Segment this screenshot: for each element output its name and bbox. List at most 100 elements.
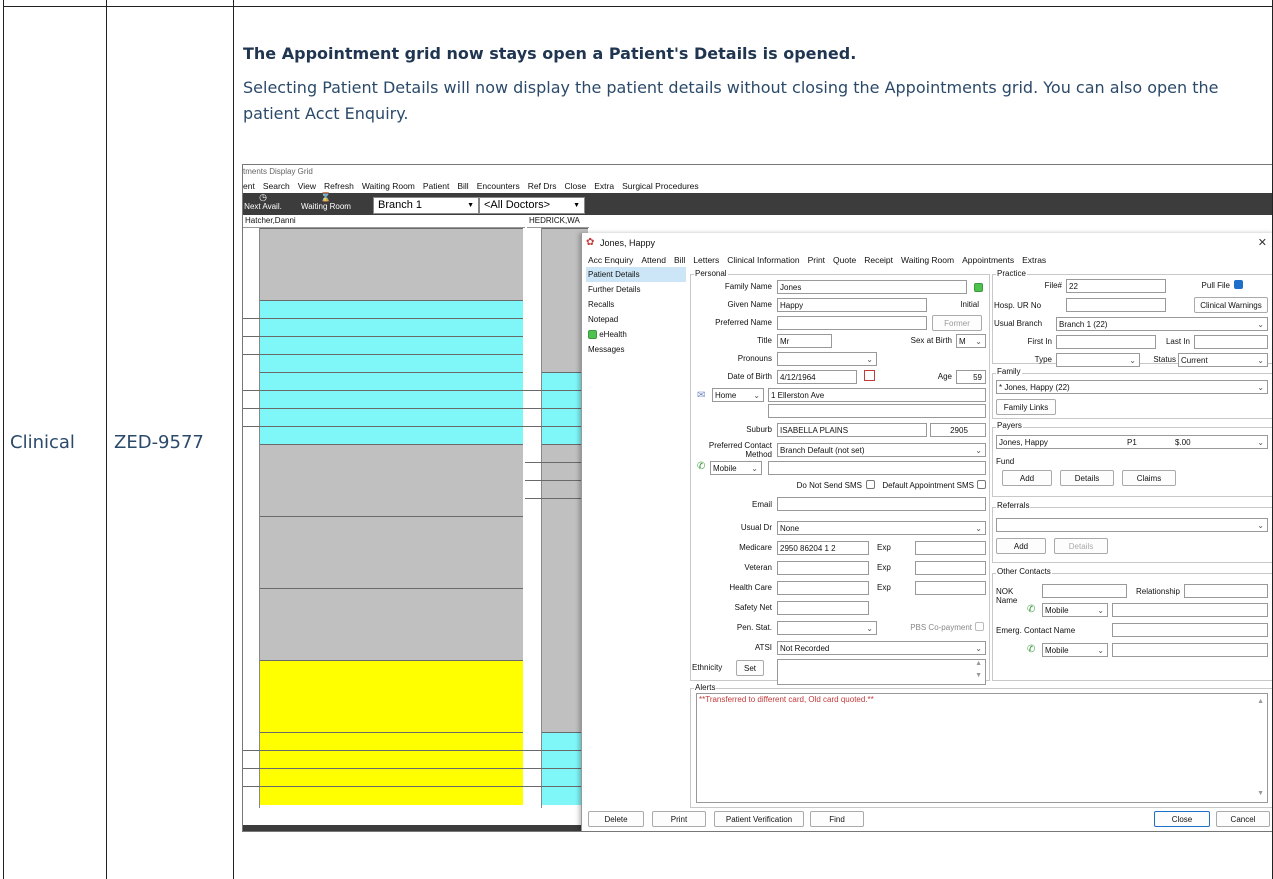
atsi-select[interactable]: Not Recorded ⌄: [777, 641, 986, 655]
menu-item-encounters[interactable]: Encounters: [477, 181, 520, 193]
appointment-block-empty[interactable]: [259, 588, 523, 661]
menu-item-surgical-procedures[interactable]: Surgical Procedures: [622, 181, 699, 193]
nok-phone-type-select[interactable]: Mobile ⌄: [1042, 603, 1108, 617]
grid-scrollbar[interactable]: [243, 825, 588, 831]
branch-select[interactable]: Branch 1 ▼: [373, 197, 479, 214]
nav-recalls[interactable]: Recalls: [586, 297, 686, 312]
hosp-ur-field[interactable]: [1066, 298, 1166, 312]
dob-field[interactable]: 4/12/1964: [777, 370, 857, 384]
address-type-select[interactable]: Home ⌄: [712, 388, 764, 402]
menu-item-ent[interactable]: ent: [243, 181, 255, 193]
find-button[interactable]: Find: [810, 811, 864, 827]
payers-details-button[interactable]: Details: [1060, 470, 1114, 486]
family-name-field[interactable]: Jones: [777, 280, 967, 294]
clinical-warnings-button[interactable]: Clinical Warnings: [1194, 297, 1268, 313]
emerg-contact-field[interactable]: [1112, 623, 1268, 637]
medicare-exp-field[interactable]: [915, 541, 986, 555]
appointment-block-yellow[interactable]: [259, 660, 523, 733]
referrals-details-button[interactable]: Details: [1054, 538, 1108, 554]
health-care-field[interactable]: [777, 581, 869, 595]
delete-button[interactable]: Delete: [588, 811, 644, 827]
appointment-block-empty[interactable]: [259, 228, 523, 301]
next-avail-button[interactable]: ◷ Next Avail.: [243, 193, 283, 212]
title-field[interactable]: Mr: [777, 334, 832, 348]
menu-letters[interactable]: Letters: [693, 255, 719, 267]
email-field[interactable]: [777, 497, 986, 511]
last-in-field[interactable]: [1194, 335, 1268, 349]
usual-dr-select[interactable]: None ⌄: [777, 521, 986, 535]
menu-print[interactable]: Print: [808, 255, 825, 267]
nok-phone-field[interactable]: [1112, 603, 1268, 617]
former-button[interactable]: Former: [932, 315, 982, 331]
ethnicity-field[interactable]: ▲ ▼: [777, 659, 986, 685]
menu-receipt[interactable]: Receipt: [864, 255, 893, 267]
menu-item-extra[interactable]: Extra: [594, 181, 614, 193]
payers-select[interactable]: Jones, Happy P1 $.00 ⌄: [996, 435, 1268, 449]
menu-item-close[interactable]: Close: [565, 181, 587, 193]
nok-name-field[interactable]: [1042, 584, 1127, 598]
menu-clinical-information[interactable]: Clinical Information: [727, 255, 799, 267]
menu-item-patient[interactable]: Patient: [423, 181, 449, 193]
sex-at-birth-select[interactable]: M ⌄: [956, 334, 986, 348]
payers-claims-button[interactable]: Claims: [1122, 470, 1176, 486]
pen-stat-select[interactable]: ⌄: [777, 621, 877, 635]
address-line2-field[interactable]: [768, 404, 986, 418]
doctors-select[interactable]: <All Doctors> ▼: [479, 197, 585, 214]
nav-further-details[interactable]: Further Details: [586, 282, 686, 297]
menu-attend[interactable]: Attend: [641, 255, 666, 267]
appointment-block-empty[interactable]: [259, 516, 523, 589]
alerts-textarea[interactable]: **Transferred to different card, Old car…: [696, 693, 1268, 803]
pbs-copayment-checkbox[interactable]: [975, 622, 984, 631]
cancel-button[interactable]: Cancel: [1216, 811, 1270, 827]
print-button[interactable]: Print: [652, 811, 706, 827]
phone-type-select[interactable]: Mobile ⌄: [710, 461, 762, 475]
first-in-field[interactable]: [1056, 335, 1156, 349]
default-appt-sms-checkbox[interactable]: [977, 480, 986, 489]
phone-number-field[interactable]: [768, 461, 986, 475]
nav-messages[interactable]: Messages: [586, 342, 686, 357]
usual-branch-select[interactable]: Branch 1 (22) ⌄: [1056, 317, 1268, 331]
close-icon[interactable]: ✕: [1258, 233, 1267, 253]
veteran-field[interactable]: [777, 561, 869, 575]
family-select[interactable]: * Jones, Happy (22) ⌄: [996, 380, 1268, 394]
suburb-field[interactable]: ISABELLA PLAINS: [777, 423, 927, 437]
file-number-field[interactable]: 22: [1066, 279, 1166, 293]
contact-method-select[interactable]: Branch Default (not set) ⌄: [777, 443, 986, 457]
menu-item-bill[interactable]: Bill: [457, 181, 468, 193]
pronouns-select[interactable]: ⌄: [777, 352, 877, 366]
menu-item-waiting-room[interactable]: Waiting Room: [362, 181, 415, 193]
ethnicity-set-button[interactable]: Set: [736, 660, 764, 676]
veteran-exp-field[interactable]: [915, 561, 986, 575]
status-select[interactable]: Current ⌄: [1178, 353, 1268, 367]
menu-acc-enquiry[interactable]: Acc Enquiry: [588, 255, 633, 267]
menu-waiting-room[interactable]: Waiting Room: [901, 255, 954, 267]
menu-item-ref-drs[interactable]: Ref Drs: [528, 181, 557, 193]
menu-bill[interactable]: Bill: [674, 255, 685, 267]
do-not-sms-checkbox[interactable]: [866, 480, 875, 489]
close-button[interactable]: Close: [1154, 811, 1210, 827]
appointment-block-empty[interactable]: [259, 444, 523, 517]
emerg-phone-field[interactable]: [1112, 643, 1268, 657]
nav-patient-details[interactable]: Patient Details: [586, 267, 686, 282]
given-name-field[interactable]: Happy: [777, 298, 927, 312]
calendar-icon[interactable]: [864, 370, 875, 381]
relationship-field[interactable]: [1184, 584, 1268, 598]
emerg-phone-type-select[interactable]: Mobile ⌄: [1042, 643, 1108, 657]
health-care-exp-field[interactable]: [915, 581, 986, 595]
referrals-add-button[interactable]: Add: [996, 538, 1046, 554]
referrals-select[interactable]: ⌄: [996, 518, 1268, 532]
nav-notepad[interactable]: Notepad: [586, 312, 686, 327]
payers-add-button[interactable]: Add: [1002, 470, 1052, 486]
menu-extras[interactable]: Extras: [1022, 255, 1046, 267]
pull-file-checkbox[interactable]: [1234, 280, 1243, 289]
menu-item-view[interactable]: View: [298, 181, 316, 193]
medicare-field[interactable]: 2950 86204 1 2: [777, 541, 869, 555]
family-links-button[interactable]: Family Links: [996, 399, 1056, 415]
menu-appointments[interactable]: Appointments: [962, 255, 1014, 267]
safety-net-field[interactable]: [777, 601, 869, 615]
waiting-room-button[interactable]: ⌛ Waiting Room: [291, 193, 361, 212]
patient-verification-button[interactable]: Patient Verification: [714, 811, 804, 827]
preferred-name-field[interactable]: [777, 316, 927, 330]
type-select[interactable]: ⌄: [1056, 353, 1140, 367]
nav-ehealth[interactable]: eHealth: [586, 327, 686, 342]
